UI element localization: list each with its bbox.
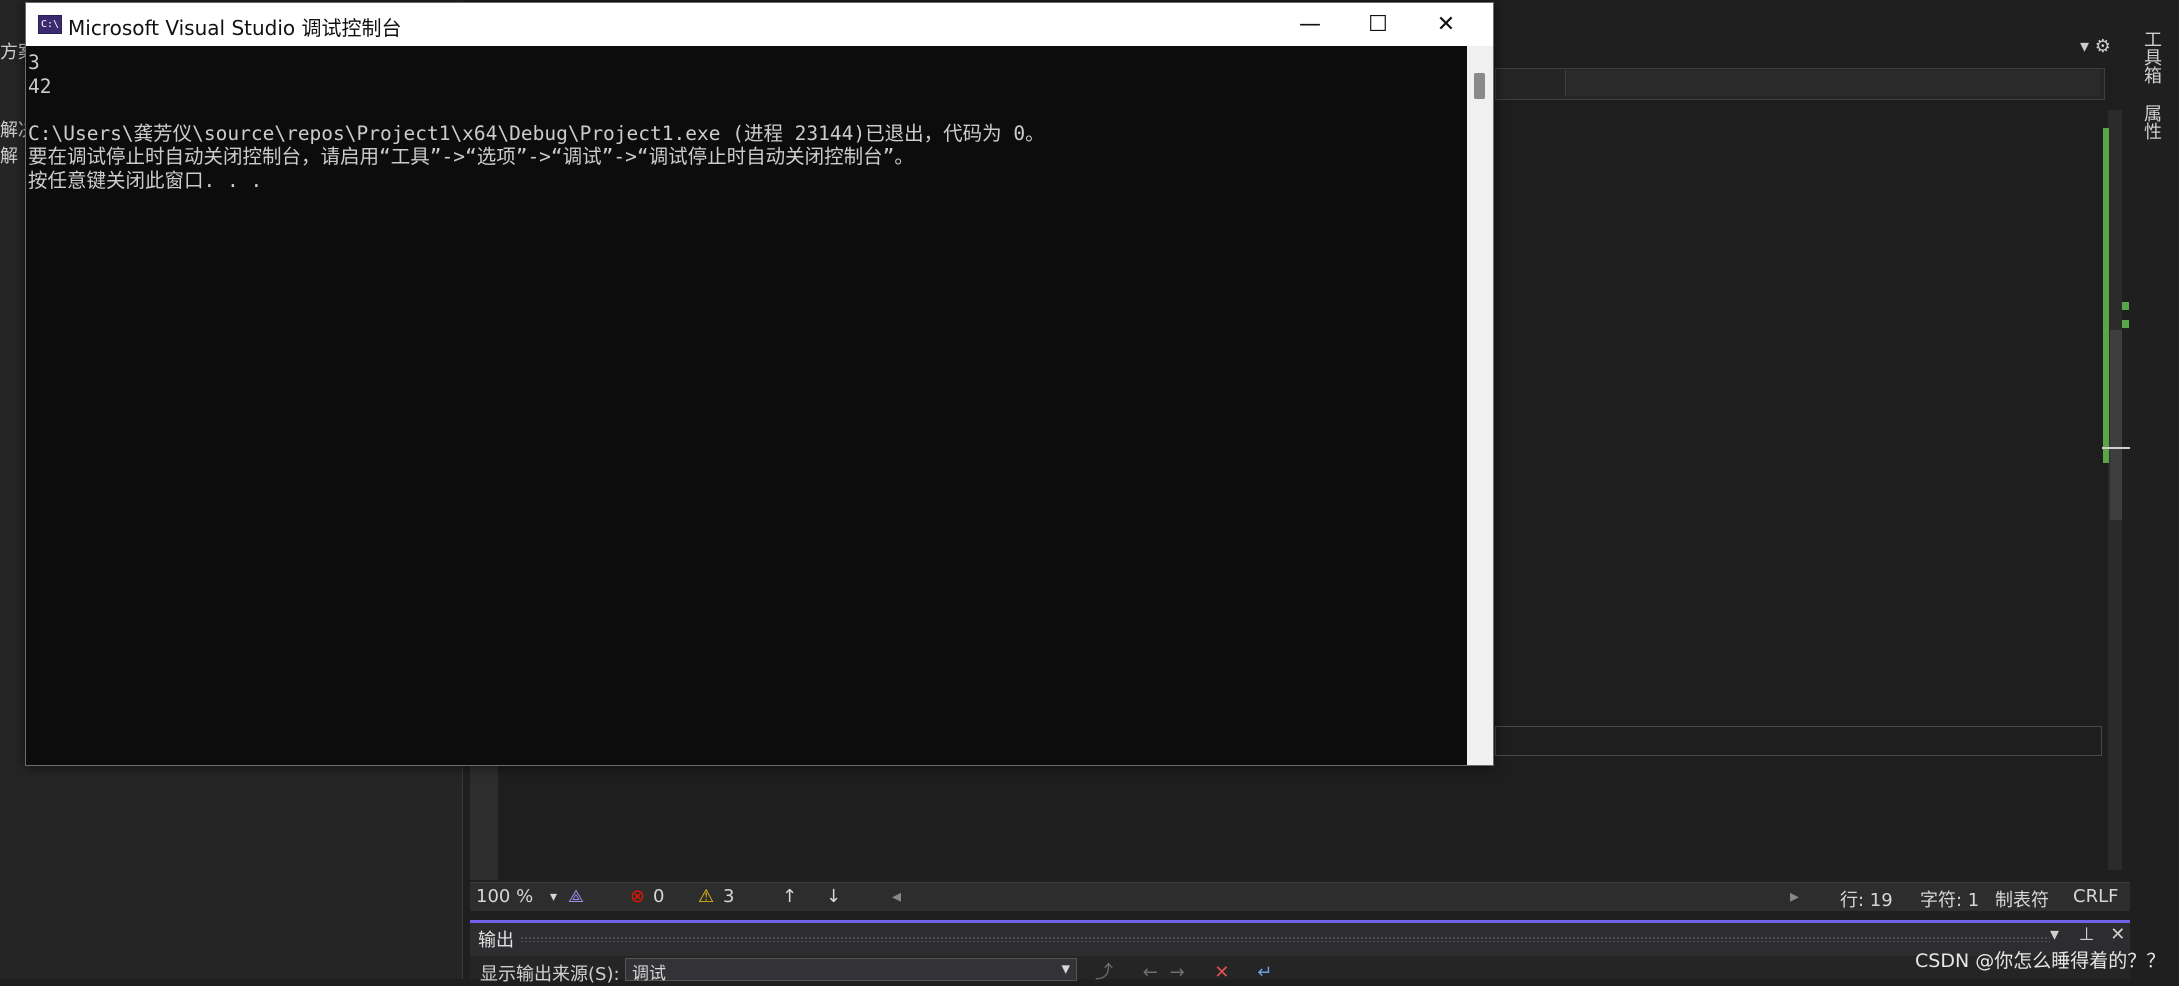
error-icon[interactable]: ⊗: [630, 886, 645, 907]
console-output-text[interactable]: 3 42 C:\Users\龚芳仪\source\repos\Project1\…: [28, 51, 1045, 192]
error-count[interactable]: 0: [653, 886, 664, 907]
intellicode-icon[interactable]: ⟁: [568, 886, 584, 907]
scroll-left-icon[interactable]: ◂: [892, 886, 901, 907]
drag-handle[interactable]: [520, 936, 2050, 942]
member-dropdown[interactable]: [1565, 70, 2100, 96]
output-panel-title[interactable]: 输出: [478, 926, 514, 952]
warning-icon[interactable]: ⚠: [698, 886, 714, 907]
next-message-icon[interactable]: →: [1170, 962, 1185, 983]
char-number[interactable]: 字符: 1: [1920, 886, 1979, 912]
output-source-select[interactable]: 调试 ▾: [625, 958, 1077, 984]
chevron-down-icon[interactable]: ▾: [2050, 924, 2059, 945]
console-window-title: Microsoft Visual Studio 调试控制台: [68, 16, 402, 40]
chevron-down-icon: ▾: [1061, 959, 1070, 979]
console-line: C:\Users\龚芳仪\source\repos\Project1\x64\D…: [28, 121, 1045, 145]
caret-position-marker: [2102, 447, 2130, 449]
output-panel-controls: ▾ ⊥ ✕: [2050, 924, 2125, 945]
console-line: 42: [28, 74, 52, 98]
editor-scrollbar-thumb[interactable]: [2110, 330, 2122, 520]
right-dock: [2130, 0, 2179, 979]
scroll-right-icon[interactable]: ▸: [1790, 886, 1799, 907]
console-scrollbar-thumb[interactable]: [1474, 73, 1485, 99]
warning-count[interactable]: 3: [723, 886, 734, 907]
close-button[interactable]: ✕: [1412, 3, 1480, 46]
arrow-down-icon[interactable]: ↓: [826, 886, 841, 907]
change-marker: [2122, 320, 2129, 328]
console-app-icon[interactable]: C:\: [38, 15, 62, 34]
properties-tab[interactable]: 属性: [2140, 104, 2164, 140]
prev-message-icon[interactable]: ←: [1143, 962, 1158, 983]
change-tracking-bar: [2103, 128, 2109, 463]
minimize-button[interactable]: —: [1276, 3, 1344, 46]
editor-margin: [470, 760, 498, 880]
line-number[interactable]: 行: 19: [1840, 886, 1893, 912]
console-line: 按任意键关闭此窗口. . .: [28, 168, 263, 192]
output-source-label: 显示输出来源(S):: [480, 964, 620, 985]
change-marker: [2122, 302, 2129, 310]
chevron-down-icon[interactable]: ▾: [550, 889, 557, 905]
editor-inline-box[interactable]: [1495, 726, 2102, 756]
toolbox-tab[interactable]: 工具箱: [2140, 30, 2164, 84]
watermark: CSDN @你怎么睡得着的？？: [1915, 950, 2166, 972]
zoom-level[interactable]: 100 %: [476, 886, 533, 907]
debug-console-window[interactable]: C:\ Microsoft Visual Studio 调试控制台 — ☐ ✕ …: [25, 2, 1494, 766]
console-line: 3: [28, 51, 40, 74]
close-icon[interactable]: ✕: [2110, 924, 2125, 945]
goto-icon[interactable]: ⤴: [1095, 962, 1113, 983]
line-ending[interactable]: CRLF: [2073, 886, 2118, 907]
output-source-value: 调试: [632, 964, 666, 984]
gear-icon[interactable]: ▾ ⚙: [2080, 36, 2111, 57]
clear-all-icon[interactable]: ✕: [1214, 962, 1229, 983]
pin-icon[interactable]: ⊥: [2079, 924, 2095, 945]
word-wrap-icon[interactable]: ↵: [1257, 962, 1272, 983]
console-scrollbar[interactable]: [1467, 46, 1493, 765]
output-tools: ⤴ ← → ✕ ↵: [1095, 958, 1272, 984]
console-line: 要在调试停止时自动关闭控制台，请启用“工具”->“选项”->“调试”->“调试停…: [28, 145, 914, 168]
editor-status-bar: 100 % ▾ ⟁ ⊗ 0 ⚠ 3 ↑ ↓ ◂ ▸ 行: 19 字符: 1 制表…: [470, 882, 2130, 911]
maximize-button[interactable]: ☐: [1344, 3, 1412, 46]
tab-mode[interactable]: 制表符: [1995, 886, 2049, 912]
arrow-up-icon[interactable]: ↑: [782, 886, 797, 907]
